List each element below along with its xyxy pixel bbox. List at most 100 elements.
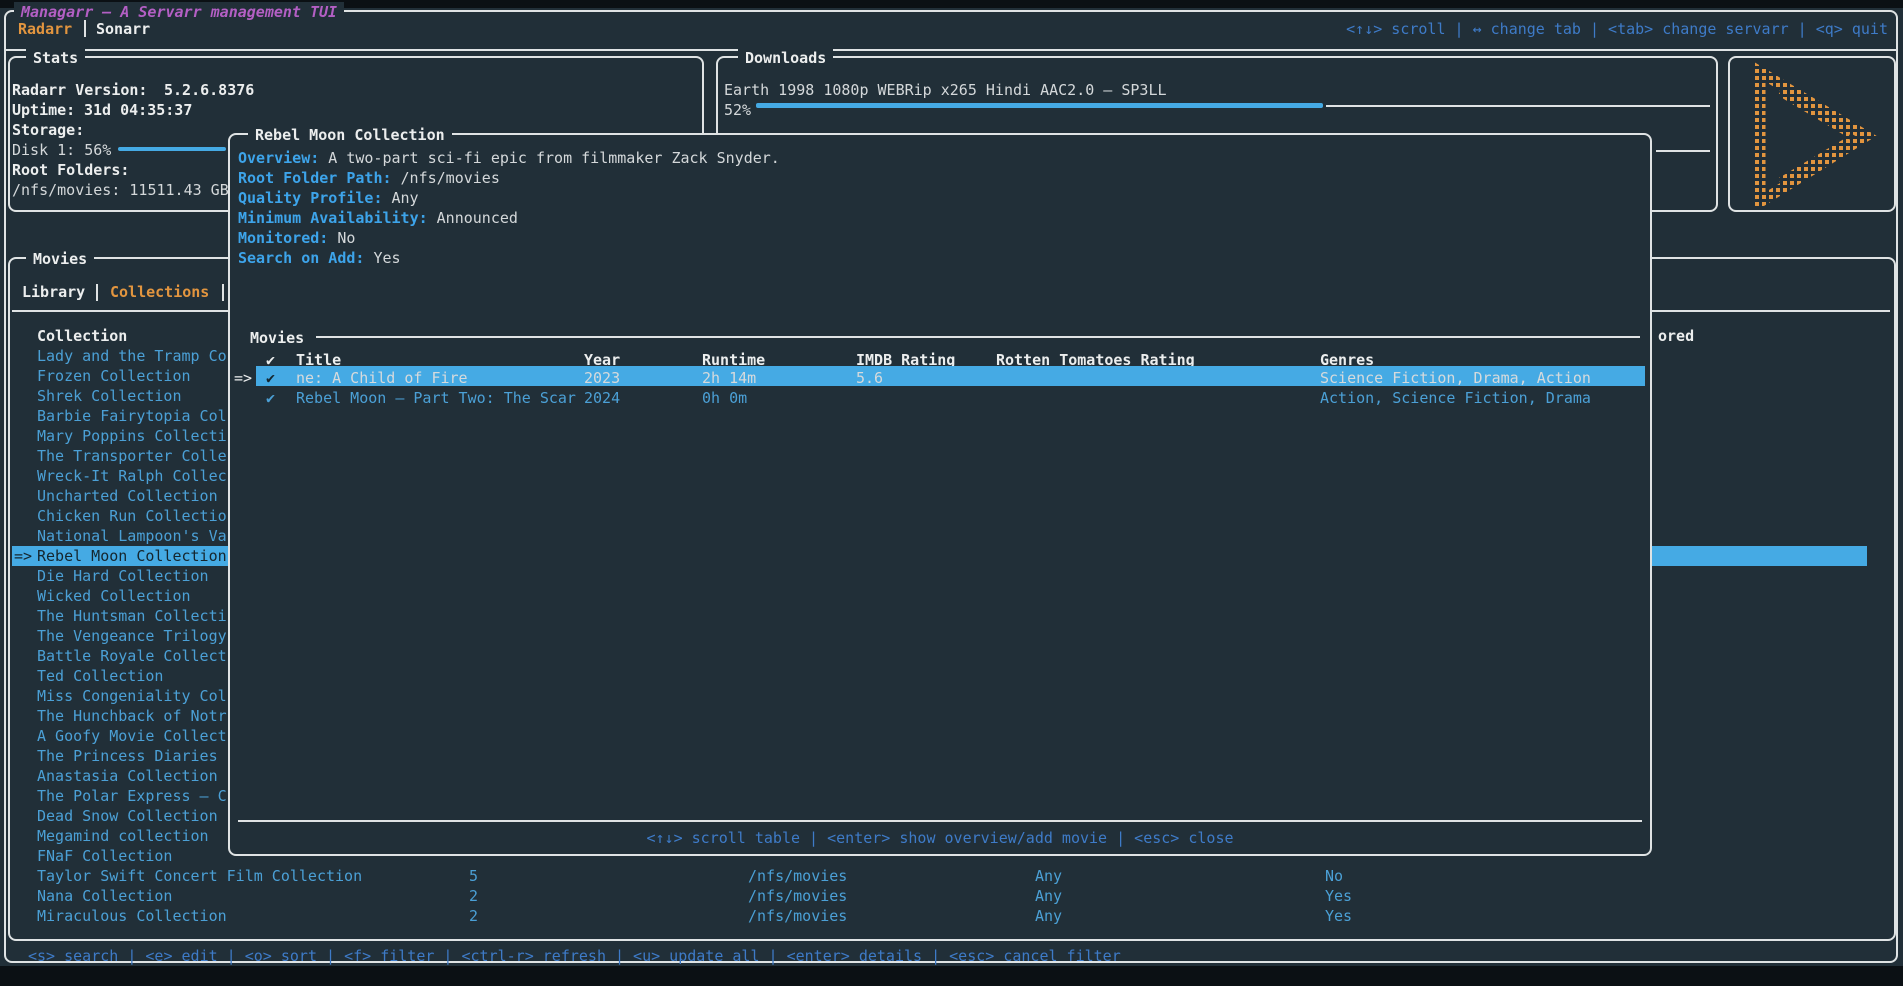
collection-item-label: Miss Congeniality Col: [37, 686, 227, 706]
collection-row-monitored: Yes: [1325, 886, 1352, 906]
collection-row-movie-count: 2: [469, 886, 478, 906]
movie-cell-check: ✔: [266, 388, 275, 408]
collection-item-label: Wicked Collection: [37, 586, 191, 606]
tab-divider: [84, 20, 86, 37]
monitored-column-header-fragment: ored: [1658, 326, 1694, 346]
collection-item-label: Ted Collection: [37, 666, 163, 686]
modal-footer-divider: [238, 820, 1642, 822]
collection-row-monitored: Yes: [1325, 906, 1352, 926]
modal-field-overview: Overview: A two-part sci-fi epic from fil…: [238, 148, 780, 168]
modal-field-monitored: Monitored:No: [238, 228, 355, 248]
collection-item-label: Frozen Collection: [37, 366, 191, 386]
tab-library[interactable]: Library: [22, 282, 85, 302]
modal-field-quality-profile: Quality Profile: Any: [238, 188, 419, 208]
collection-item-label: The Polar Express – C: [37, 786, 227, 806]
collection-item-label: Chicken Run Collectio: [37, 506, 227, 526]
downloads-title: Downloads: [738, 48, 833, 68]
bottom-keybind-hints: <s> search | <e> edit | <o> sort | <f> f…: [28, 946, 1121, 966]
collection-row-quality-profile: Any: [1035, 866, 1062, 886]
managarr-logo-icon: [1748, 62, 1884, 208]
field-value: No: [337, 229, 355, 247]
modal-field-root-folder: Root Folder Path: /nfs/movies: [238, 168, 500, 188]
disk-usage-gauge: [118, 147, 226, 151]
collection-item-label: Wreck-It Ralph Collec: [37, 466, 227, 486]
download-percent-label: 52%: [724, 100, 751, 120]
root-folders-label: Root Folders:: [12, 160, 129, 180]
movie-cell-title[interactable]: ne: A Child of Fire: [296, 368, 468, 388]
collection-row-root-folder: /nfs/movies: [748, 906, 847, 926]
field-label: Search on Add:: [238, 249, 364, 267]
movie-cell-genres: Action, Science Fiction, Drama: [1320, 388, 1591, 408]
collection-row-movie-count: 5: [469, 866, 478, 886]
collection-item-label: Barbie Fairytopia Col: [37, 406, 227, 426]
collection-item-label: Nana Collection: [37, 886, 172, 906]
collection-details-modal: [228, 133, 1652, 856]
stats-version-label: Radarr Version:: [12, 80, 147, 100]
collection-item-label: Rebel Moon Collection: [37, 546, 227, 566]
download-item-name: Earth 1998 1080p WEBRip x265 Hindi AAC2.…: [724, 80, 1167, 100]
field-value: Announced: [437, 209, 518, 227]
collection-item[interactable]: Nana Collection: [12, 886, 1867, 906]
collection-item-label: Uncharted Collection: [37, 486, 218, 506]
movie-cell-year: 2024: [584, 388, 620, 408]
collection-row-quality-profile: Any: [1035, 906, 1062, 926]
field-value: Yes: [373, 249, 400, 267]
collection-row-root-folder: /nfs/movies: [748, 886, 847, 906]
movie-cell-year: 2023: [584, 368, 620, 388]
movie-cell-title[interactable]: Rebel Moon – Part Two: The Scar: [296, 388, 576, 408]
movie-row-marker: =>: [234, 368, 252, 388]
stats-title: Stats: [26, 48, 85, 68]
collection-item-label: The Princess Diaries: [37, 746, 218, 766]
collection-item-label: FNaF Collection: [37, 846, 172, 866]
disk-usage-label: Disk 1: 56%: [12, 140, 111, 160]
collection-item-label: Mary Poppins Collecti: [37, 426, 227, 446]
collection-row-root-folder: /nfs/movies: [748, 866, 847, 886]
field-label: Quality Profile:: [238, 189, 383, 207]
modal-field-minimum-availability: Minimum Availability: Announced: [238, 208, 518, 228]
collection-column-header: Collection: [37, 326, 127, 346]
collection-item-label: Shrek Collection: [37, 386, 182, 406]
movie-cell-genres: Science Fiction, Drama, Action: [1320, 368, 1591, 388]
download-progress-filled: [756, 103, 1323, 108]
modal-field-search-on-add: Search on Add: Yes: [238, 248, 401, 268]
modal-title: Rebel Moon Collection: [248, 125, 452, 145]
download2-progress-fragment: [1656, 150, 1710, 152]
window-bottom-strip: [0, 966, 1903, 986]
collection-item-label: The Hunchback of Notr: [37, 706, 227, 726]
collection-item-label: Miraculous Collection: [37, 906, 227, 926]
field-label: Root Folder Path:: [238, 169, 392, 187]
collection-item-label: Die Hard Collection: [37, 566, 209, 586]
collection-item-label: Lady and the Tramp Co: [37, 346, 227, 366]
movie-cell-runtime: 0h 0m: [702, 388, 747, 408]
field-label: Overview:: [238, 149, 319, 167]
stats-storage-label: Storage:: [12, 120, 84, 140]
selected-row-marker: =>: [14, 546, 32, 566]
field-value: /nfs/movies: [401, 169, 500, 187]
tab-sonarr[interactable]: Sonarr: [96, 19, 150, 39]
collection-item-label: Megamind collection: [37, 826, 209, 846]
movies-panel-title: Movies: [26, 249, 94, 269]
tab-collections[interactable]: Collections: [110, 282, 209, 302]
collection-item-label: The Vengeance Trilogy: [37, 626, 227, 646]
collection-item-label: Anastasia Collection: [37, 766, 218, 786]
collection-item-label: Dead Snow Collection: [37, 806, 218, 826]
tab-radarr[interactable]: Radarr: [18, 19, 72, 39]
movie-cell-imdb: 5.6: [856, 368, 883, 388]
collection-item-label: Taylor Swift Concert Film Collection: [37, 866, 362, 886]
stats-uptime-value: 31d 04:35:37: [84, 100, 192, 120]
field-label: Minimum Availability:: [238, 209, 428, 227]
collection-item-label: The Huntsman Collecti: [37, 606, 227, 626]
stats-version-value: 5.2.6.8376: [164, 80, 254, 100]
field-value: A two-part sci-fi epic from filmmaker Za…: [328, 149, 780, 167]
header-divider: [4, 49, 1898, 51]
collection-row-quality-profile: Any: [1035, 886, 1062, 906]
movies-tab-divider-2: [222, 284, 224, 301]
collection-item-label: Battle Royale Collect: [37, 646, 227, 666]
movie-cell-check: ✔: [266, 368, 275, 388]
collection-item[interactable]: Taylor Swift Concert Film Collection: [12, 866, 1867, 886]
modal-keybind-hints: <↑↓> scroll table | <enter> show overvie…: [238, 828, 1642, 848]
field-value: Any: [392, 189, 419, 207]
collection-row-monitored: No: [1325, 866, 1343, 886]
modal-movies-section-title: Movies: [250, 328, 304, 348]
collection-item[interactable]: Miraculous Collection: [12, 906, 1867, 926]
